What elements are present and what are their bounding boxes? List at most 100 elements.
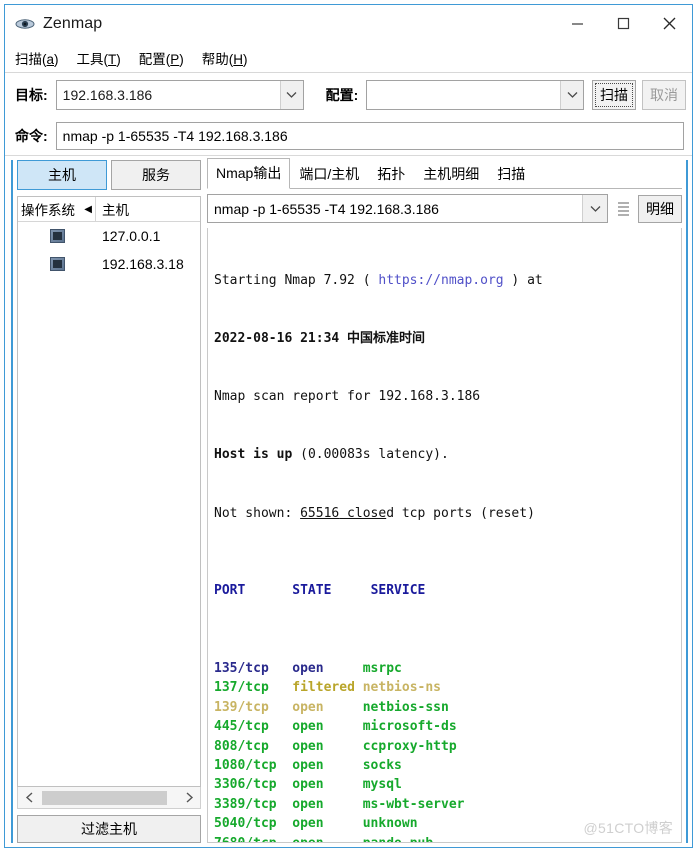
nmap-version: 7.92 [323,272,355,288]
scroll-left-icon[interactable] [18,788,40,808]
port-row: 137/tcp filtered netbios-ns [214,678,679,697]
port-row: 1080/tcp open socks [214,756,679,775]
port-service: microsoft-ds [362,719,457,735]
port-service: unknown [362,816,418,832]
port-state: open [292,660,363,676]
output-command-row: nmap -p 1-65535 -T4 192.168.3.186 明细 [207,189,682,228]
nmap-url[interactable]: https://nmap.org [378,273,503,288]
column-header-host[interactable]: 主机 [96,197,200,221]
tab-host-details[interactable]: 主机明细 [414,159,488,189]
minimize-icon[interactable] [554,5,600,41]
host-list-item[interactable]: 192.168.3.18 [18,250,200,278]
port-state: open [292,796,363,812]
port-number: 3306/tcp [214,777,293,793]
menu-scan-label: 扫描 [15,51,42,67]
command-row: 命令: nmap -p 1-65535 -T4 192.168.3.186 [5,117,692,156]
filter-hosts-button[interactable]: 过滤主机 [17,815,201,843]
chevron-down-icon[interactable] [560,81,583,109]
profile-value [367,81,560,109]
menu-profile[interactable]: 配置(P) [139,45,194,71]
tab-topology[interactable]: 拓扑 [368,159,414,189]
main-pane: Nmap输出 端口/主机 拓扑 主机明细 扫描 nmap -p 1-65535 … [207,158,688,843]
host-address: 192.168.3.18 [102,256,184,272]
menu-help[interactable]: 帮助(H) [202,45,258,71]
port-service: msrpc [362,660,402,676]
titlebar: Zenmap [5,5,692,43]
port-number: 137/tcp [214,680,293,696]
target-input[interactable]: 192.168.3.186 [55,80,304,110]
chevron-down-icon[interactable] [279,81,303,109]
tab-ports-hosts[interactable]: 端口/主机 [290,159,368,189]
port-state: open [292,719,363,735]
chevron-down-icon[interactable] [582,195,607,222]
command-input[interactable]: nmap -p 1-65535 -T4 192.168.3.186 [55,122,684,150]
cancel-button: 取消 [642,80,686,110]
port-service: socks [362,757,402,773]
host-table: 操作系统 ◀ 主机 127.0.0.1 192.168.3.18 [17,196,201,787]
column-header-host-label: 主机 [102,203,129,218]
menu-profile-accel: P [170,51,180,67]
zenmap-window: Zenmap 扫描(a) 工具(T) 配置(P) 帮助(H) 目标: 192.1… [4,4,693,848]
port-state: open [292,738,363,754]
port-service: pando-pub [363,836,433,842]
host-list: 127.0.0.1 192.168.3.18 [18,222,200,786]
scrollbar-thumb[interactable] [42,790,176,805]
column-header-os[interactable]: 操作系统 ◀ [18,197,96,221]
target-row: 目标: 192.168.3.186 配置: 扫描 取消 [5,73,692,117]
menu-help-label: 帮助 [201,51,229,67]
port-number: 7680/tcp [214,836,292,842]
output-command-value: nmap -p 1-65535 -T4 192.168.3.186 [214,200,439,217]
host-table-header: 操作系统 ◀ 主机 [18,197,200,222]
port-number: 139/tcp [214,699,293,715]
port-state: open [292,777,363,793]
scroll-right-icon[interactable] [178,788,200,808]
horizontal-scrollbar[interactable] [17,787,201,809]
port-service: ms-wbt-server [362,796,465,812]
host-list-item[interactable]: 127.0.0.1 [18,222,200,250]
port-list: 135/tcp open msrpc 137/tcp filtered netbi… [214,659,679,842]
port-row: 135/tcp open msrpc [214,659,679,678]
sidebar-tabs: 主机 服务 [17,160,201,190]
menu-profile-label: 配置 [138,51,166,67]
port-row: 3306/tcp open mysql [214,775,679,794]
header-port: PORT [214,583,246,599]
port-number: 5040/tcp [214,816,293,832]
port-state: open [292,699,363,715]
list-lines-icon[interactable] [610,196,636,222]
eye-icon [15,14,35,34]
port-service: netbios-ssn [362,699,449,715]
output-line-notshown: Not shown: 65516 closed tcp ports (reset… [214,505,535,521]
port-row: 139/tcp open netbios-ssn [214,698,679,717]
main-tabs: Nmap输出 端口/主机 拓扑 主机明细 扫描 [207,158,682,189]
output-line-hostup: Host is up (0.00083s latency). [214,447,449,463]
sidebar: 主机 服务 操作系统 ◀ 主机 127.0.0.1 192.168.3.18 过… [11,160,201,843]
sidebar-tab-hosts[interactable]: 主机 [17,160,107,190]
details-button[interactable]: 明细 [638,194,682,223]
command-value: nmap -p 1-65535 -T4 192.168.3.186 [62,128,288,144]
menu-scan-accel: a [46,51,55,67]
menu-tools[interactable]: 工具(T) [77,45,131,71]
command-label: 命令: [15,128,48,144]
header-state: STATE [292,583,332,599]
port-number: 808/tcp [214,738,293,754]
tab-scans[interactable]: 扫描 [488,159,534,189]
maximize-icon[interactable] [600,5,646,41]
windows-os-icon [18,257,96,271]
output-line-report: Nmap scan report for 192.168.3.186 [214,389,481,405]
port-service: netbios-ns [362,680,442,696]
menu-scan[interactable]: 扫描(a) [15,45,69,71]
tab-nmap-output[interactable]: Nmap输出 [207,158,291,189]
latency: 0.00083s [307,447,371,463]
profile-select[interactable] [366,80,584,110]
port-number: 3389/tcp [214,796,293,812]
close-icon[interactable] [646,5,692,41]
port-service: ccproxy-http [362,738,457,754]
output-command-select[interactable]: nmap -p 1-65535 -T4 192.168.3.186 [207,194,608,223]
scan-button[interactable]: 扫描 [592,80,636,110]
output-line-start: Starting Nmap 7.92 ( https://nmap.org ) … [214,272,543,288]
menubar: 扫描(a) 工具(T) 配置(P) 帮助(H) [5,43,692,73]
host-address: 127.0.0.1 [102,228,161,244]
nmap-output[interactable]: Starting Nmap 7.92 ( https://nmap.org ) … [207,228,682,843]
target-value: 192.168.3.186 [62,87,153,103]
sidebar-tab-services[interactable]: 服务 [111,160,201,190]
